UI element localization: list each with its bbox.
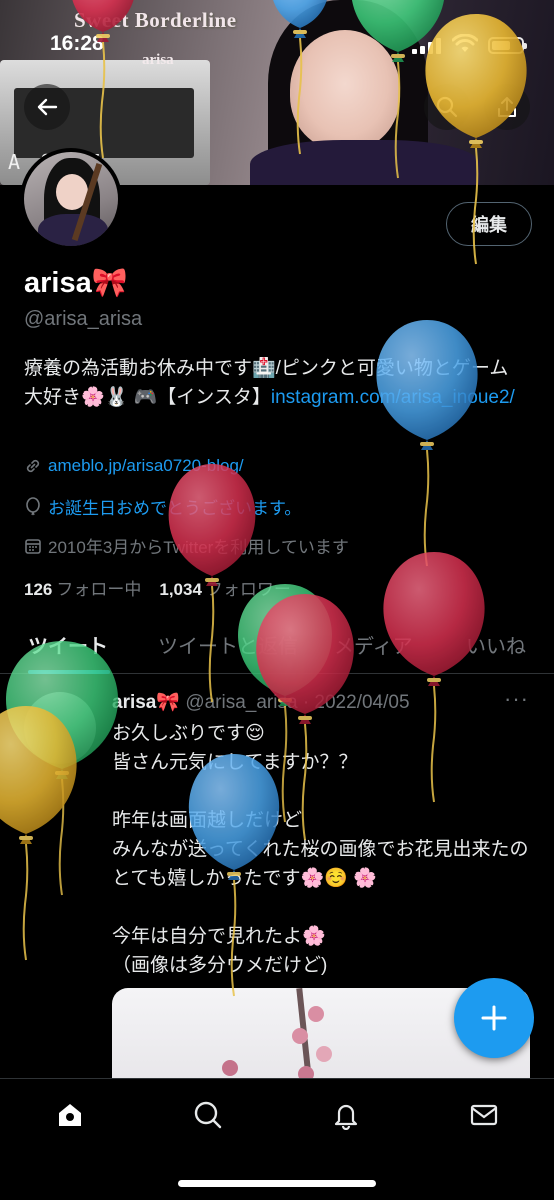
status-time: 16:28 xyxy=(50,32,104,55)
search-nav-icon xyxy=(194,1101,222,1129)
profile-name: arisa🎀 xyxy=(24,267,128,299)
cellular-signal-icon xyxy=(412,38,441,54)
followers-count: 1,034 xyxy=(159,580,202,599)
tweet-date: 2022/04/05 xyxy=(314,692,410,713)
tweet-avatar[interactable] xyxy=(24,692,96,764)
search-button[interactable] xyxy=(424,84,470,130)
share-button[interactable] xyxy=(484,84,530,130)
balloon xyxy=(5,641,119,896)
profile-website: ameblo.jp/arisa0720-blog/ xyxy=(24,456,244,476)
back-button[interactable] xyxy=(24,84,70,130)
tweet-author-handle: @arisa_arisa xyxy=(185,692,298,713)
banner-portrait-dress xyxy=(250,140,480,185)
joined-text: 2010年3月からTwitterを利用しています xyxy=(48,538,349,557)
image-blossom xyxy=(316,1046,332,1062)
tab-tweets[interactable]: ツイート xyxy=(28,630,108,659)
home-icon xyxy=(59,1104,81,1126)
tweet-header: arisa🎀 @arisa_arisa · 2022/04/05 xyxy=(112,690,410,714)
nav-search[interactable] xyxy=(188,1095,228,1135)
following-label: フォロー中 xyxy=(56,580,142,599)
image-blossom xyxy=(308,1006,324,1022)
profile-name-row: arisa🎀 xyxy=(24,266,128,300)
compose-plus-icon xyxy=(481,1005,507,1031)
tweet-author-name[interactable]: arisa🎀 xyxy=(112,692,180,713)
bell-icon xyxy=(334,1104,358,1130)
active-tab-indicator xyxy=(28,670,110,674)
bio-instagram-link[interactable]: instagram.com/arisa_inoue2/ xyxy=(271,387,515,408)
tab-tweets-and-replies[interactable]: ツイートと返信 xyxy=(158,630,298,659)
nav-home[interactable] xyxy=(50,1095,90,1135)
tab-media[interactable]: メディア xyxy=(334,630,413,659)
nav-notifications[interactable] xyxy=(326,1095,366,1135)
wifi-icon xyxy=(452,34,478,52)
compose-tweet-button[interactable] xyxy=(454,978,534,1058)
balloon-icon xyxy=(26,496,40,515)
battery-icon xyxy=(488,37,527,54)
profile-bio: 療養の為活動お休み中です🏥/ピンクと可愛い物とゲーム大好き🌸🐰 🎮【インスタ】i… xyxy=(24,354,524,412)
followers-link[interactable]: 1,034 フォロワー xyxy=(159,575,291,600)
birthday-text: お誕生日おめでとうございます。 xyxy=(48,499,302,518)
tweet-separator: · xyxy=(302,692,310,713)
followers-label: フォロワー xyxy=(205,580,291,599)
tweet-text: お久しぶりです😌 皆さん元気にしてますか？？ 昨年は画面越しだけど みんなが送っ… xyxy=(112,723,529,976)
follow-counts: 126 フォロー中 1,034 フォロワー xyxy=(24,575,291,600)
edit-profile-button[interactable]: 編集 xyxy=(446,202,532,246)
profile-avatar[interactable] xyxy=(20,148,122,250)
link-icon xyxy=(26,459,40,473)
profile-joined: 2010年3月からTwitterを利用しています xyxy=(24,533,349,558)
share-icon xyxy=(498,97,516,117)
status-bar: 16:28 xyxy=(0,30,554,60)
mail-icon xyxy=(470,1104,498,1126)
avatar-body xyxy=(38,214,108,246)
profile-tabs: ツイート ツイートと返信 メディア いいね xyxy=(0,616,554,674)
profile-birthday: お誕生日おめでとうございます。 xyxy=(24,494,301,519)
tab-likes[interactable]: いいね xyxy=(466,630,526,659)
search-icon xyxy=(436,96,458,118)
back-arrow-icon xyxy=(37,98,58,116)
following-count: 126 xyxy=(24,580,53,599)
website-link[interactable]: ameblo.jp/arisa0720-blog/ xyxy=(48,456,244,476)
home-indicator xyxy=(178,1180,376,1187)
profile-handle: @arisa_arisa xyxy=(24,308,143,330)
calendar-icon xyxy=(25,538,41,554)
following-link[interactable]: 126 フォロー中 xyxy=(24,575,141,600)
nav-messages[interactable] xyxy=(464,1095,504,1135)
tweet-more-icon[interactable]: ··· xyxy=(504,686,529,712)
image-blossom xyxy=(222,1060,238,1076)
image-blossom xyxy=(292,1028,308,1044)
